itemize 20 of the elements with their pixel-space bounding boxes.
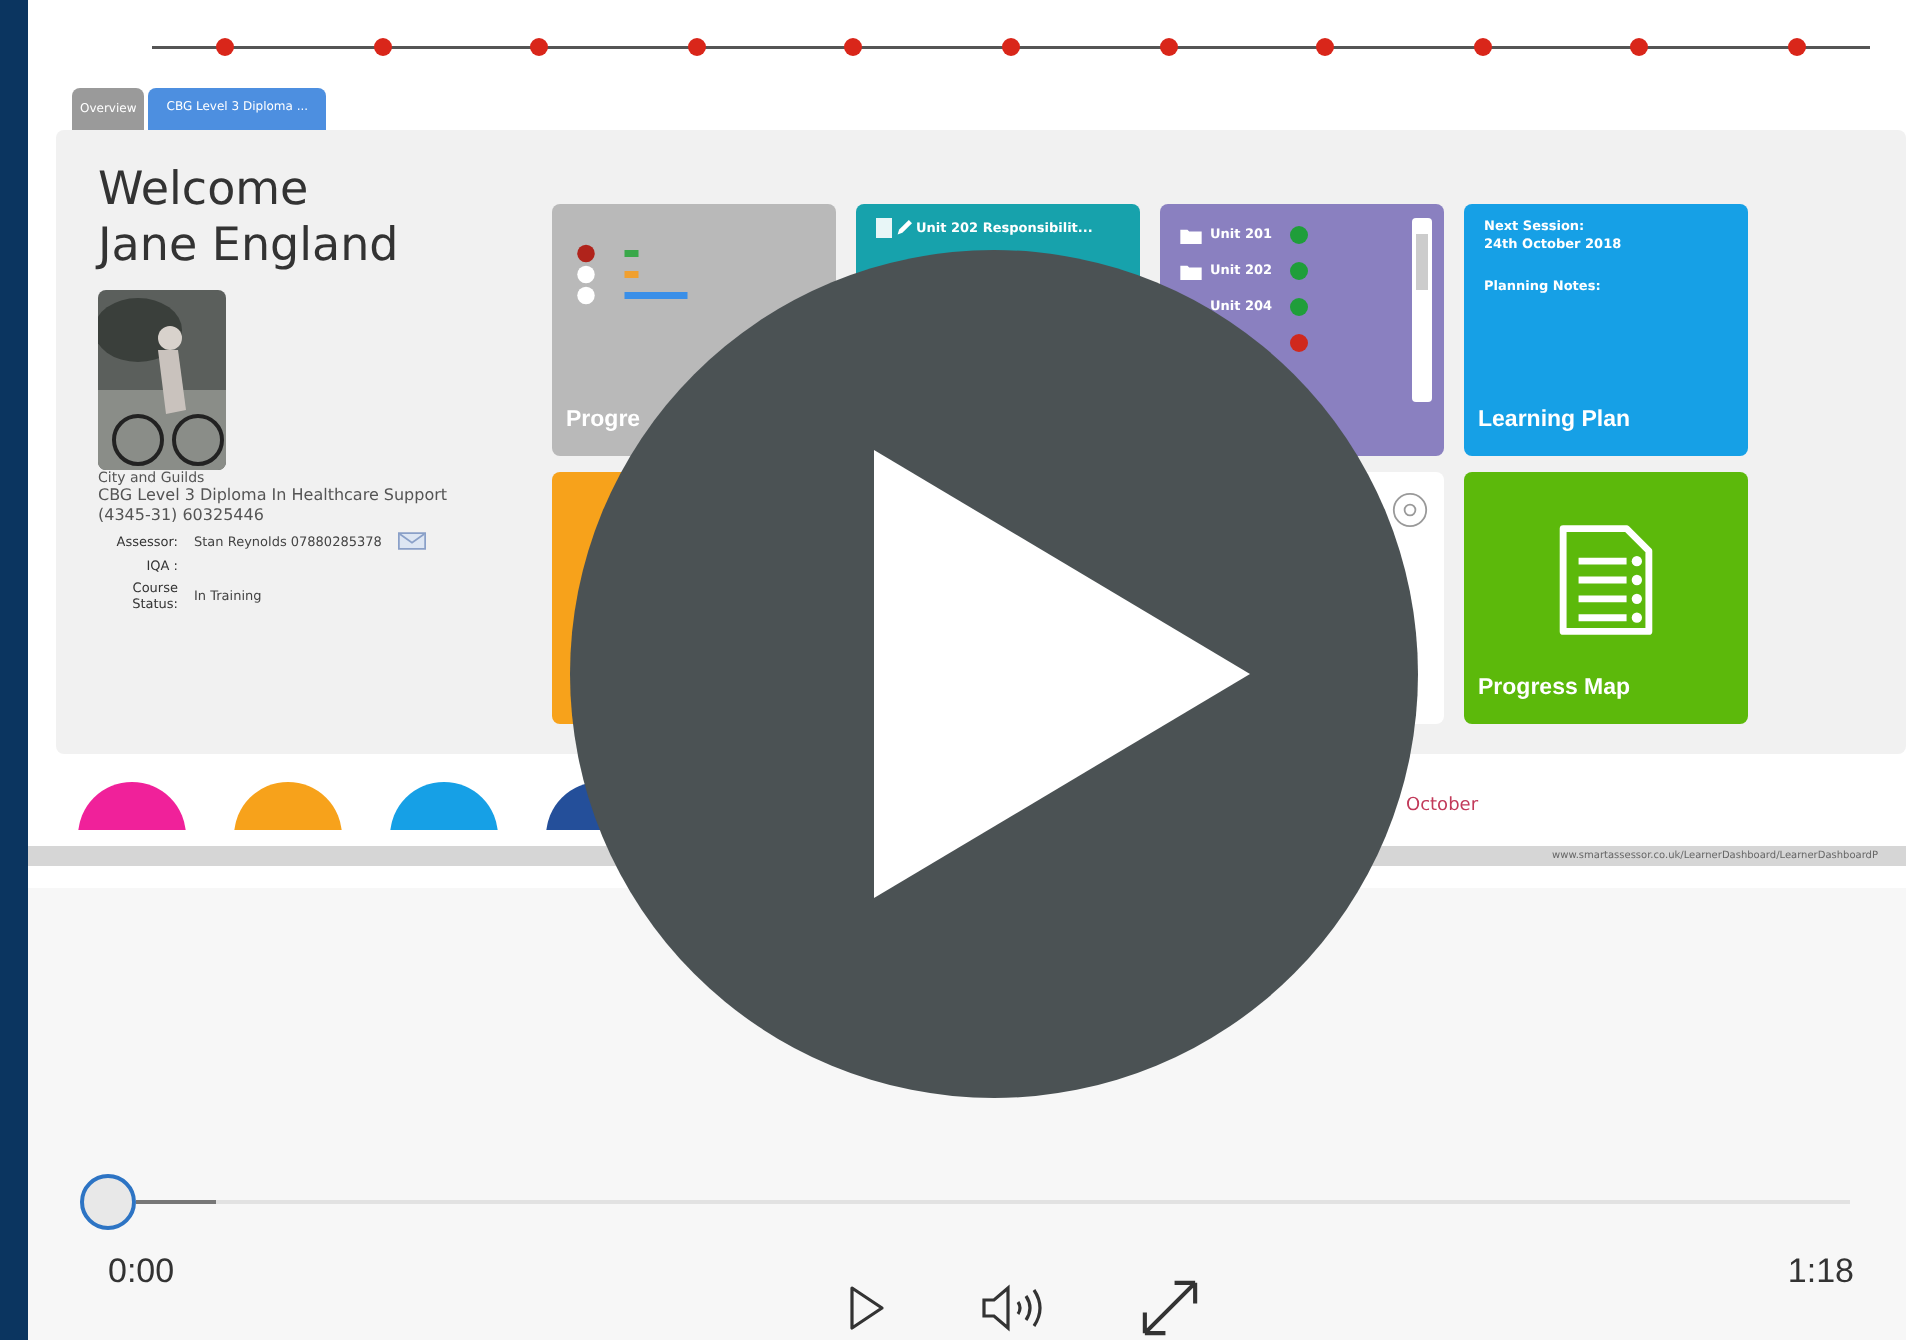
document-icon	[876, 218, 892, 238]
tile-title: Progre	[566, 408, 641, 432]
seek-thumb[interactable]	[80, 1174, 136, 1230]
qualification-text: CBG Level 3 Diploma In Healthcare Support (4345-31) 60325446	[98, 486, 448, 526]
welcome-heading: Welcome	[98, 162, 311, 218]
pencil-icon	[896, 218, 912, 238]
dashboard-tile[interactable]: Progress Map	[1464, 472, 1748, 724]
fullscreen-icon[interactable]	[1137, 1276, 1201, 1340]
current-time: 0:00	[108, 1252, 175, 1292]
scrollbar[interactable]	[1412, 218, 1432, 402]
document-list-icon	[1558, 522, 1654, 638]
folder-icon	[1180, 263, 1202, 279]
tile-title: Learning Plan	[1478, 408, 1631, 432]
duration: 1:18	[1787, 1252, 1854, 1292]
folder-icon	[1180, 227, 1202, 243]
clock-icon[interactable]	[1392, 492, 1428, 528]
event-date: October	[1406, 796, 1479, 816]
tile-title: Progress Map	[1478, 676, 1631, 700]
learner-name: Jane England	[98, 218, 401, 274]
mail-icon[interactable]	[397, 532, 426, 550]
